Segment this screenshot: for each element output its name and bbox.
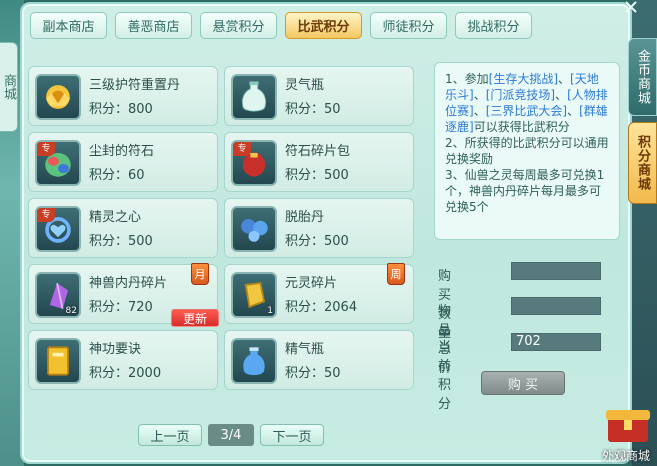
monthly-flag: 月 <box>191 263 209 285</box>
shop-item[interactable]: 专 尘封的符石 积分：60 <box>28 132 218 192</box>
tab-dungeon-shop[interactable]: 副本商店 <box>30 12 107 39</box>
buy-button[interactable]: 购 买 <box>481 371 565 395</box>
item-price: 积分：50 <box>285 102 341 117</box>
shop-item[interactable]: 1 元灵碎片 积分：2064 周 <box>224 263 414 324</box>
rules-box: 1、参加[生存大挑战]、[天地乐斗]、[门派竞技场]、[人物排位赛]、[三界比武… <box>434 62 620 240</box>
shop-item[interactable]: 三级护符重置丹 积分：800 <box>28 66 218 126</box>
item-price: 积分：800 <box>89 102 153 117</box>
shop-item[interactable]: 82 神兽内丹碎片 积分：720 月 更新 <box>28 263 219 327</box>
item-price: 积分：720 <box>89 300 153 315</box>
red-pouch-icon: 专 <box>231 140 277 186</box>
current-label: 当前积分 <box>438 340 452 412</box>
item-name: 三级护符重置丹 <box>89 78 181 93</box>
item-price: 积分：60 <box>89 168 145 183</box>
gold-mall-tab[interactable]: 金币商城 <box>628 38 657 116</box>
item-name: 神功要诀 <box>89 342 142 357</box>
update-badge: 更新 <box>171 309 219 327</box>
golden-charm-icon <box>35 74 81 120</box>
blue-pill-icon <box>231 206 277 252</box>
item-name: 精气瓶 <box>285 342 325 357</box>
item-price: 积分：500 <box>89 234 153 249</box>
tab-mentor-points[interactable]: 师徒积分 <box>370 12 447 39</box>
shop-item[interactable]: 脱胎丹 积分：500 <box>224 198 414 258</box>
item-price: 积分：500 <box>285 234 349 249</box>
item-name: 脱胎丹 <box>285 210 325 225</box>
rule-line-2: 2、所获得的比武积分可以通用兑换奖励 <box>445 136 609 166</box>
page-indicator: 3/4 <box>208 424 254 446</box>
item-price: 积分：500 <box>285 168 349 183</box>
rule-link[interactable]: [门派竞技场] <box>486 88 555 102</box>
exclusive-badge: 专 <box>233 142 251 156</box>
exclusive-badge: 专 <box>37 142 55 156</box>
weekly-flag: 周 <box>387 263 405 285</box>
exclusive-badge: 专 <box>37 208 55 222</box>
item-price: 积分：2000 <box>89 366 162 381</box>
pagination: 上一页 3/4 下一页 <box>138 424 324 446</box>
shop-item[interactable]: 神功要诀 积分：2000 <box>28 330 218 390</box>
shop-item[interactable]: 灵气瓶 积分：50 <box>224 66 414 126</box>
item-count: 1 <box>267 306 273 316</box>
close-icon[interactable] <box>624 0 638 14</box>
tab-challenge-points[interactable]: 挑战积分 <box>455 12 532 39</box>
golden-shard-icon: 1 <box>231 272 277 318</box>
purple-crystal-icon: 82 <box>35 272 81 318</box>
tab-arena-points[interactable]: 比武积分 <box>285 12 362 39</box>
appearance-mall-label[interactable]: 外观商城 <box>602 447 657 464</box>
shop-item[interactable]: 专 符石碎片包 积分：500 <box>224 132 414 192</box>
item-name: 灵气瓶 <box>285 78 325 93</box>
spirit-vase-icon <box>231 74 277 120</box>
essence-bottle-icon <box>231 338 277 384</box>
item-name: 精灵之心 <box>89 210 142 225</box>
item-count: 82 <box>65 306 77 316</box>
golden-book-icon <box>35 338 81 384</box>
item-price: 积分：2064 <box>285 300 358 315</box>
tab-bounty-points[interactable]: 悬赏积分 <box>200 12 277 39</box>
prev-page-button[interactable]: 上一页 <box>138 424 202 446</box>
shop-item[interactable]: 专 精灵之心 积分：500 <box>28 198 218 258</box>
rule-link[interactable]: [三界比武大会] <box>486 104 567 118</box>
shop-item[interactable]: 精气瓶 积分：50 <box>224 330 414 390</box>
points-mall-tab[interactable]: 积分商城 <box>628 122 657 204</box>
rule-link[interactable]: [生存大挑战] <box>489 72 558 86</box>
shop-tabs: 副本商店 善恶商店 悬赏积分 比武积分 师徒积分 挑战积分 <box>30 12 532 39</box>
qty-input[interactable] <box>511 262 601 280</box>
tab-karma-shop[interactable]: 善恶商店 <box>115 12 192 39</box>
left-side-tab[interactable]: 商城 <box>0 42 18 132</box>
item-name: 神兽内丹碎片 <box>89 276 168 291</box>
item-name: 元灵碎片 <box>285 276 338 291</box>
item-name: 尘封的符石 <box>89 144 155 159</box>
next-page-button[interactable]: 下一页 <box>260 424 324 446</box>
item-price: 积分：50 <box>285 366 341 381</box>
total-field <box>511 297 601 315</box>
rune-stone-icon: 专 <box>35 140 81 186</box>
item-name: 符石碎片包 <box>285 144 351 159</box>
rule-line-3: 3、仙兽之灵每周最多可兑换1个，神兽内丹碎片每月最多可兑换5个 <box>445 168 605 214</box>
spirit-heart-icon: 专 <box>35 206 81 252</box>
current-points-field: 702 <box>511 333 601 351</box>
